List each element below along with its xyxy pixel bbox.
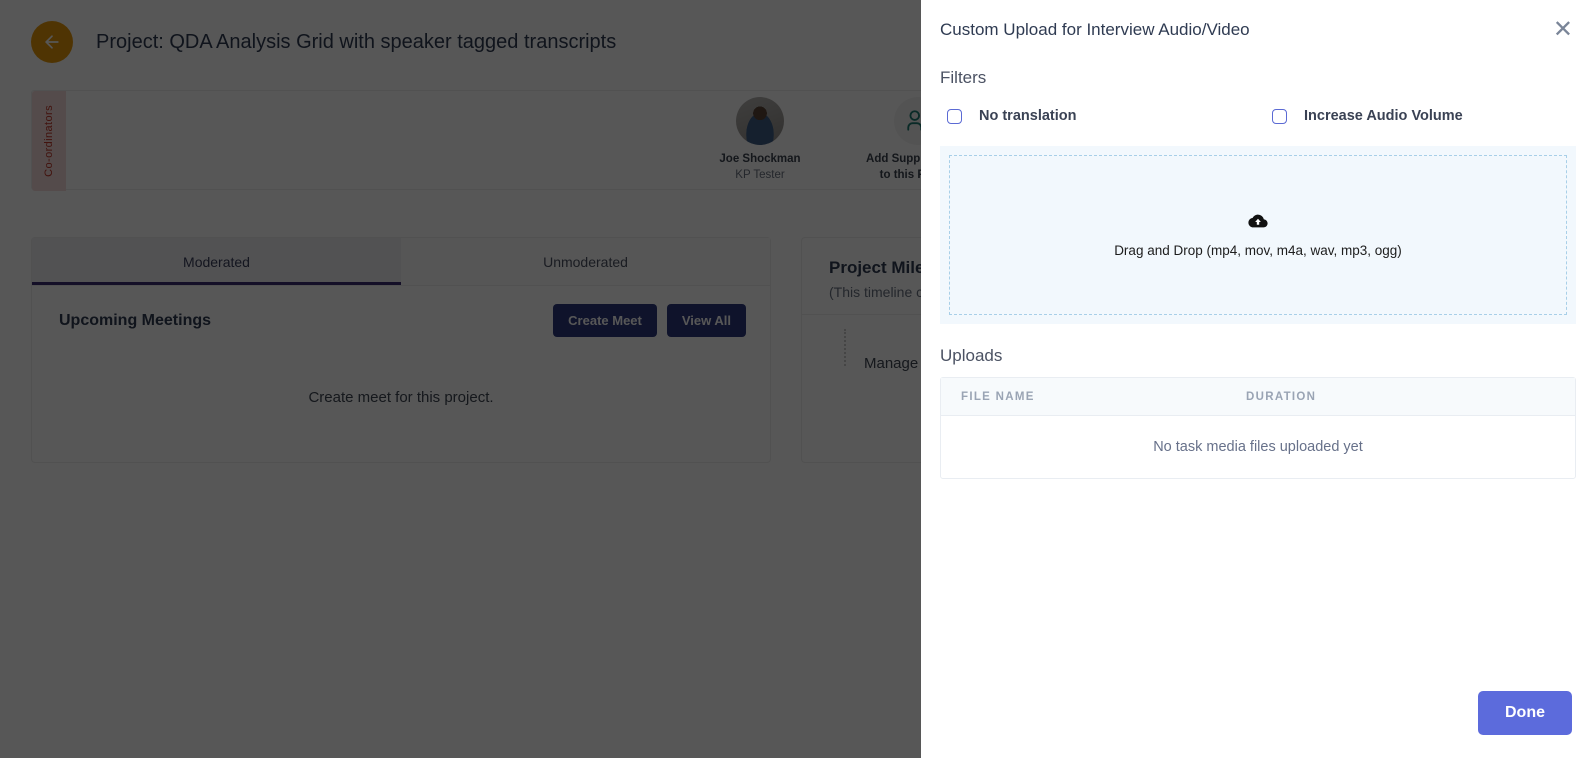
custom-upload-panel: Custom Upload for Interview Audio/Video … <box>921 0 1595 758</box>
uploads-heading: Uploads <box>940 346 1003 365</box>
panel-header: Custom Upload for Interview Audio/Video … <box>921 0 1595 42</box>
uploads-table: FILE NAME DURATION No task media files u… <box>940 377 1576 479</box>
uploads-empty-text: No task media files uploaded yet <box>1153 439 1363 455</box>
filter-increase-audio-volume-label: Increase Audio Volume <box>1304 108 1463 124</box>
checkbox-no-translation[interactable] <box>947 108 962 124</box>
uploads-table-header: FILE NAME DURATION <box>941 378 1575 416</box>
done-button[interactable]: Done <box>1478 691 1572 735</box>
close-icon[interactable]: ✕ <box>1553 18 1573 42</box>
modal-overlay[interactable] <box>0 0 921 758</box>
filter-increase-audio-volume[interactable]: Increase Audio Volume <box>1272 108 1463 124</box>
filter-no-translation[interactable]: No translation <box>947 108 1272 124</box>
panel-footer: Done <box>921 691 1595 758</box>
cloud-upload-icon <box>1248 213 1268 234</box>
checkbox-increase-audio-volume[interactable] <box>1272 108 1287 124</box>
dropzone-text: Drag and Drop (mp4, mov, m4a, wav, mp3, … <box>1114 242 1402 258</box>
filters-heading: Filters <box>940 68 987 87</box>
column-header-file-name: FILE NAME <box>961 390 1035 403</box>
filter-no-translation-label: No translation <box>979 108 1077 124</box>
dropzone-container: Drag and Drop (mp4, mov, m4a, wav, mp3, … <box>940 146 1576 324</box>
filters-row: No translation Increase Audio Volume <box>940 108 1576 124</box>
file-dropzone[interactable]: Drag and Drop (mp4, mov, m4a, wav, mp3, … <box>949 155 1567 315</box>
panel-body: Filters No translation Increase Audio Vo… <box>921 42 1595 691</box>
column-header-duration: DURATION <box>1246 390 1317 403</box>
panel-title: Custom Upload for Interview Audio/Video <box>940 20 1250 39</box>
